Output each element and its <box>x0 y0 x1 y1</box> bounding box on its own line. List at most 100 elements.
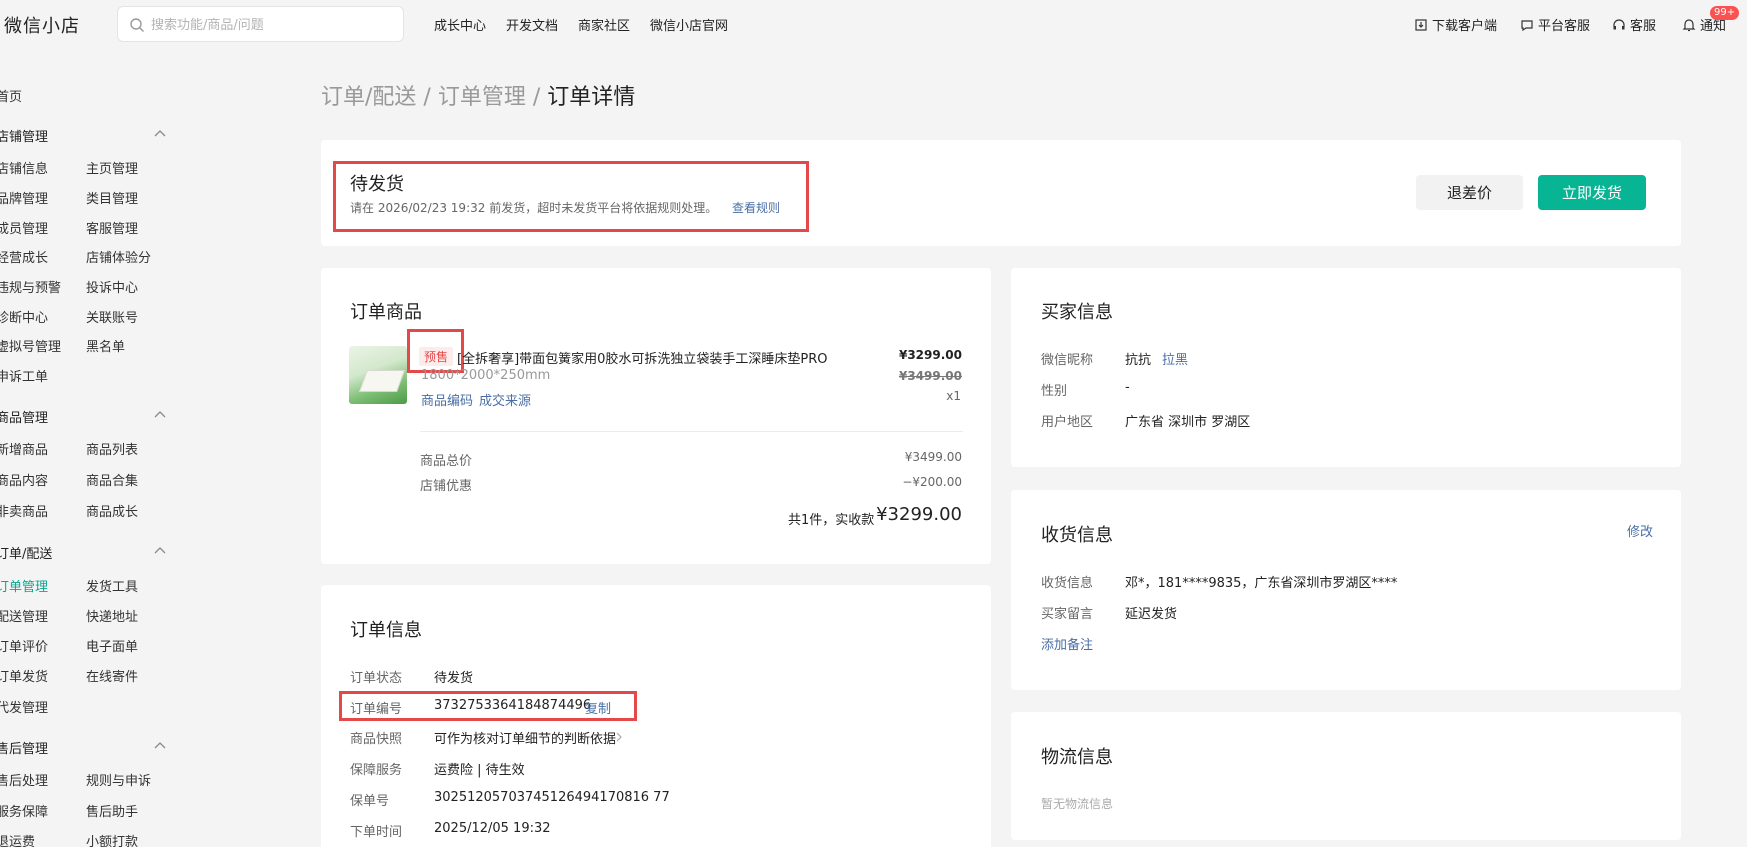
summary-amount: ¥3299.00 <box>876 504 962 525</box>
buyer-card-title: 买家信息 <box>1041 302 1113 323</box>
nav-merchant-community[interactable]: 商家社区 <box>578 15 630 34</box>
sidebar-item-return-shipping[interactable]: 退运费 <box>0 831 35 847</box>
breadcrumb-order-manage[interactable]: 订单管理 <box>438 85 526 110</box>
guarantee-value: 运费险 | 待生效 <box>434 763 525 778</box>
sidebar-item-new-product[interactable]: 新增商品 <box>0 439 48 458</box>
sidebar-item-product-content[interactable]: 商品内容 <box>0 470 48 489</box>
sidebar-item-growth[interactable]: 经营成长 <box>0 247 48 266</box>
sidebar-item-cs-manage[interactable]: 客服管理 <box>86 218 138 237</box>
edit-shipping-link[interactable]: 修改 <box>1627 521 1653 540</box>
sidebar-item-aftersale-handle[interactable]: 售后处理 <box>0 770 48 789</box>
chevron-up-icon[interactable] <box>154 741 166 749</box>
sidebar-group-products[interactable]: 商品管理 <box>0 407 48 426</box>
chevron-up-icon[interactable] <box>154 546 166 554</box>
notification-badge: 99+ <box>1710 6 1740 20</box>
headset-icon <box>1613 18 1625 29</box>
region-label: 用户地区 <box>1041 415 1094 430</box>
product-code-link[interactable]: 商品编码 <box>421 390 473 409</box>
sidebar-item-homepage[interactable]: 主页管理 <box>86 158 138 177</box>
highlight-box <box>333 161 809 232</box>
sidebar-item-express-address[interactable]: 快递地址 <box>86 606 138 625</box>
refund-difference-button[interactable]: 退差价 <box>1416 175 1523 210</box>
order-time-value: 2025/12/05 19:32 <box>434 821 551 836</box>
sidebar-item-home[interactable]: 首页 <box>0 86 22 105</box>
sidebar-item-order-shipping[interactable]: 订单发货 <box>0 666 48 685</box>
breadcrumb: 订单/配送 / 订单管理 / 订单详情 <box>321 79 635 111</box>
sidebar-item-non-sale[interactable]: 非卖商品 <box>0 501 48 520</box>
ship-now-button[interactable]: 立即发货 <box>1538 175 1646 210</box>
sidebar-item-ship-tools[interactable]: 发货工具 <box>86 576 138 595</box>
sidebar-item-blacklist[interactable]: 黑名单 <box>86 336 125 355</box>
sidebar-item-delivery-manage[interactable]: 配送管理 <box>0 606 48 625</box>
sidebar-item-e-waybill[interactable]: 电子面单 <box>86 636 138 655</box>
sidebar-item-dropship[interactable]: 代发管理 <box>0 697 48 716</box>
sidebar-item-order-manage[interactable]: 订单管理 <box>0 576 48 595</box>
summary-prefix: 共1件，实收款 <box>788 513 875 528</box>
divider <box>420 431 963 432</box>
order-status-label: 订单状态 <box>350 671 403 686</box>
search-box[interactable] <box>117 6 404 42</box>
sidebar-item-online-send[interactable]: 在线寄件 <box>86 666 138 685</box>
copy-order-number-button[interactable]: 复制 <box>585 698 611 717</box>
download-icon <box>1415 18 1427 31</box>
gender-label: 性别 <box>1041 384 1068 399</box>
customer-service-button[interactable]: 客服 <box>1612 15 1656 34</box>
nav-growth-center[interactable]: 成长中心 <box>434 15 486 34</box>
store-discount-value: −¥200.00 <box>902 475 962 489</box>
breadcrumb-orders[interactable]: 订单/配送 <box>321 85 416 110</box>
sidebar-item-virtual-number[interactable]: 虚拟号管理 <box>0 336 61 355</box>
platform-service-button[interactable]: 平台客服 <box>1520 15 1590 34</box>
sidebar-item-product-growth[interactable]: 商品成长 <box>86 501 138 520</box>
sidebar-item-aftersale-assistant[interactable]: 售后助手 <box>86 801 138 820</box>
chevron-up-icon[interactable] <box>154 129 166 137</box>
buyer-message-label: 买家留言 <box>1041 607 1094 622</box>
chevron-up-icon[interactable] <box>154 410 166 418</box>
add-note-link[interactable]: 添加备注 <box>1041 634 1093 653</box>
region-value: 广东省 深圳市 罗湖区 <box>1125 415 1251 430</box>
snapshot-link[interactable]: 可作为核对订单细节的判断依据 <box>434 728 616 747</box>
nav-dev-docs[interactable]: 开发文档 <box>506 15 558 34</box>
sidebar-item-complaints[interactable]: 投诉中心 <box>86 277 138 296</box>
download-client-button[interactable]: 下载客户端 <box>1414 15 1497 34</box>
order-number-value: 3732753364184874496 <box>434 698 592 713</box>
sidebar-item-store-info[interactable]: 店铺信息 <box>0 158 48 177</box>
sidebar-item-category[interactable]: 类目管理 <box>86 188 138 207</box>
gender-value: - <box>1125 380 1130 395</box>
sidebar-item-product-list[interactable]: 商品列表 <box>86 439 138 458</box>
goods-total-label: 商品总价 <box>420 454 473 469</box>
product-image[interactable] <box>349 346 407 404</box>
nickname-label: 微信昵称 <box>1041 353 1094 368</box>
nav-official-site[interactable]: 微信小店官网 <box>650 15 728 34</box>
sidebar-item-violations[interactable]: 违规与预警 <box>0 277 61 296</box>
order-status-value: 待发货 <box>434 671 474 686</box>
sidebar-item-order-reviews[interactable]: 订单评价 <box>0 636 48 655</box>
block-user-link[interactable]: 拉黑 <box>1162 349 1188 368</box>
snapshot-label: 商品快照 <box>350 732 403 747</box>
sidebar-item-product-collection[interactable]: 商品合集 <box>86 470 138 489</box>
sidebar-item-linked-accounts[interactable]: 关联账号 <box>86 307 138 326</box>
deal-source-link[interactable]: 成交来源 <box>479 390 531 409</box>
shipping-address-label: 收货信息 <box>1041 576 1094 591</box>
sidebar-item-brand[interactable]: 品牌管理 <box>0 188 48 207</box>
bell-icon <box>1682 18 1696 31</box>
sidebar-item-rules-appeal[interactable]: 规则与申诉 <box>86 770 151 789</box>
chevron-right-icon[interactable] <box>615 731 623 743</box>
sidebar-item-diagnosis[interactable]: 诊断中心 <box>0 307 48 326</box>
view-rules-link[interactable]: 查看规则 <box>732 199 780 216</box>
sidebar-item-small-payment[interactable]: 小额打款 <box>86 831 138 847</box>
goods-total-value: ¥3499.00 <box>904 450 962 464</box>
app-logo[interactable]: 微信小店 <box>4 12 80 38</box>
sidebar-group-store[interactable]: 店铺管理 <box>0 126 48 145</box>
shipping-address-value: 邓*，181****9835，广东省深圳市罗湖区**** <box>1125 576 1398 591</box>
logistics-card-title: 物流信息 <box>1041 747 1113 768</box>
order-number-label: 订单编号 <box>350 702 403 717</box>
sidebar-item-appeal-tickets[interactable]: 申诉工单 <box>0 366 48 385</box>
product-name[interactable]: [全拆奢享]带面包簧家用0胶水可拆洗独立袋装手工深睡床垫PRO <box>457 348 828 367</box>
search-input[interactable] <box>151 15 391 35</box>
sidebar-item-members[interactable]: 成员管理 <box>0 218 48 237</box>
sidebar-group-orders[interactable]: 订单/配送 <box>0 543 52 562</box>
sidebar-item-experience-score[interactable]: 店铺体验分 <box>86 247 151 266</box>
product-price: ¥3299.00 <box>898 348 962 362</box>
sidebar-group-aftersale[interactable]: 售后管理 <box>0 738 48 757</box>
sidebar-item-service-guarantee[interactable]: 服务保障 <box>0 801 48 820</box>
